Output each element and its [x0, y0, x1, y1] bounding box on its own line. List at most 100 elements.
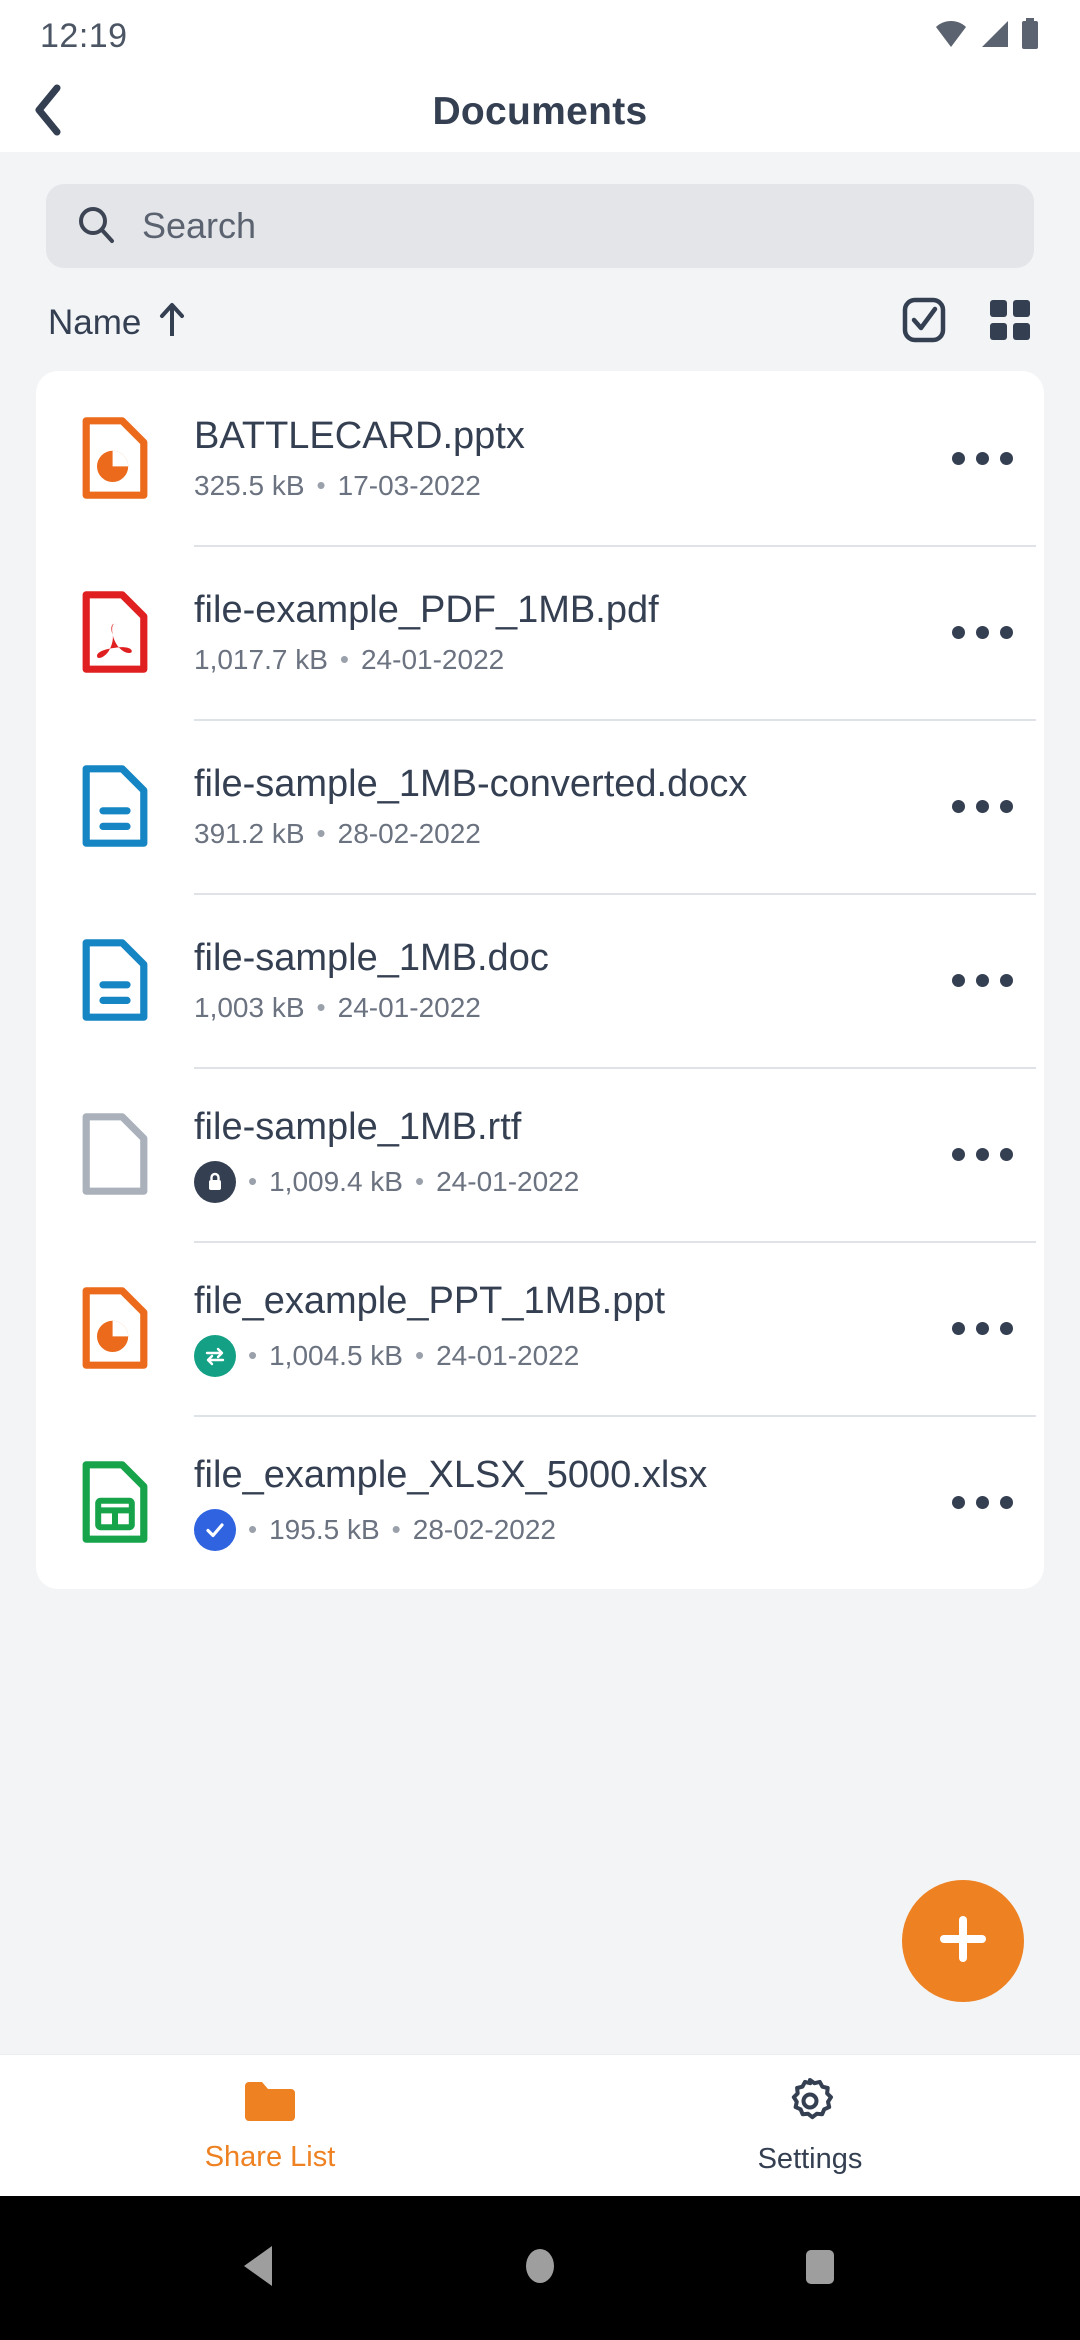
more-horizontal-icon [951, 973, 1013, 987]
select-mode-button[interactable] [900, 296, 948, 349]
file-date: 24-01-2022 [337, 991, 481, 1023]
more-options-button[interactable] [920, 1321, 1044, 1335]
gear-icon [785, 2076, 835, 2131]
plus-icon [934, 1910, 992, 1973]
file-subtitle: 1,017.7 kB • 24-01-2022 [194, 644, 908, 676]
file-date: 28-02-2022 [412, 1513, 556, 1545]
separator-dot: • [339, 644, 349, 675]
file-info: file-sample_1MB.rtf • 1,009.4 kB • 24-01… [194, 1105, 920, 1203]
more-horizontal-icon [951, 799, 1013, 813]
android-home-button[interactable] [518, 2242, 562, 2295]
table-row[interactable]: file_example_PPT_1MB.ppt • 1,004.5 kB • … [36, 1241, 1044, 1415]
folder-icon [242, 2078, 298, 2129]
file-info: file-sample_1MB-converted.docx 391.2 kB … [194, 762, 920, 850]
more-horizontal-icon [951, 625, 1013, 639]
file-name: file-example_PDF_1MB.pdf [194, 589, 659, 632]
tab-settings[interactable]: Settings [540, 2055, 1080, 2196]
file-name: BATTLECARD.pptx [194, 415, 525, 458]
file-date: 24-01-2022 [436, 1339, 580, 1371]
search-section: Search [0, 184, 1080, 268]
word-file-icon [36, 938, 194, 1022]
excel-file-icon [36, 1460, 194, 1544]
file-subtitle: 1,003 kB • 24-01-2022 [194, 992, 908, 1024]
table-row[interactable]: BATTLECARD.pptx 325.5 kB • 17-03-2022 [36, 371, 1044, 545]
android-back-button[interactable] [238, 2242, 282, 2295]
file-size: 391.2 kB [194, 817, 305, 849]
sort-toolbar: Name [0, 268, 1080, 371]
separator-dot: • [316, 818, 326, 849]
file-size: 195.5 kB [269, 1513, 380, 1545]
search-placeholder: Search [142, 205, 257, 246]
tab-label: Share List [204, 2140, 336, 2173]
table-row[interactable]: file-sample_1MB.doc 1,003 kB • 24-01-202… [36, 893, 1044, 1067]
file-subtitle: 325.5 kB • 17-03-2022 [194, 470, 908, 502]
table-row[interactable]: file-sample_1MB.rtf • 1,009.4 kB • 24-01… [36, 1067, 1044, 1241]
arrow-up-icon [157, 300, 187, 345]
file-name: file-sample_1MB.doc [194, 937, 549, 980]
more-options-button[interactable] [920, 1147, 1044, 1161]
powerpoint-file-icon [36, 1286, 194, 1370]
more-options-button[interactable] [920, 1495, 1044, 1509]
separator-dot: • [391, 1514, 401, 1545]
tab-share-list[interactable]: Share List [0, 2055, 540, 2196]
android-recents-button[interactable] [798, 2242, 842, 2295]
status-time: 12:19 [40, 16, 128, 55]
lock-badge-icon [194, 1160, 236, 1203]
more-horizontal-icon [951, 451, 1013, 465]
file-date: 17-03-2022 [337, 469, 481, 501]
app-bar: Documents [0, 72, 1080, 152]
grid-view-icon [988, 298, 1032, 347]
file-name: file-sample_1MB.rtf [194, 1106, 522, 1149]
sort-by-name-button[interactable]: Name [48, 300, 187, 345]
circle-home-icon [518, 2242, 562, 2295]
powerpoint-file-icon [36, 416, 194, 500]
cellular-signal-icon [978, 19, 1010, 54]
bottom-navigation: Share List Settings [0, 2054, 1080, 2196]
more-options-button[interactable] [920, 451, 1044, 465]
file-info: file-sample_1MB.doc 1,003 kB • 24-01-202… [194, 936, 920, 1024]
page-title: Documents [432, 90, 648, 133]
file-info: file-example_PDF_1MB.pdf 1,017.7 kB • 24… [194, 588, 920, 676]
separator-dot: • [248, 1166, 258, 1197]
square-recents-icon [798, 2242, 842, 2295]
search-input[interactable]: Search [46, 184, 1034, 268]
file-size: 1,003 kB [194, 991, 305, 1023]
table-row[interactable]: file-example_PDF_1MB.pdf 1,017.7 kB • 24… [36, 545, 1044, 719]
table-row[interactable]: file-sample_1MB-converted.docx 391.2 kB … [36, 719, 1044, 893]
check-badge-icon [194, 1508, 236, 1551]
android-navigation-bar [0, 2196, 1080, 2340]
phone-screen: 12:19 Documents Search Name BATTLECARD.p… [0, 0, 1080, 2340]
tab-label: Settings [757, 2142, 863, 2175]
sync-badge-icon [194, 1334, 236, 1377]
checkbox-square-icon [900, 296, 948, 349]
more-horizontal-icon [951, 1495, 1013, 1509]
separator-dot: • [248, 1340, 258, 1371]
file-subtitle: • 1,004.5 kB • 24-01-2022 [194, 1334, 908, 1377]
file-size: 1,017.7 kB [194, 643, 328, 675]
search-icon [76, 204, 116, 249]
battery-icon [1020, 17, 1040, 55]
word-file-icon [36, 764, 194, 848]
file-info: file_example_XLSX_5000.xlsx • 195.5 kB •… [194, 1453, 920, 1551]
content-area: Search Name BATTLECARD.pptx 325.5 kB • 1… [0, 152, 1080, 2054]
sort-label: Name [48, 302, 142, 342]
separator-dot: • [316, 470, 326, 501]
file-name: file-sample_1MB-converted.docx [194, 763, 748, 806]
more-horizontal-icon [951, 1147, 1013, 1161]
more-options-button[interactable] [920, 799, 1044, 813]
wifi-icon [934, 19, 968, 54]
more-horizontal-icon [951, 1321, 1013, 1335]
add-file-fab[interactable] [902, 1880, 1024, 2002]
file-name: file_example_XLSX_5000.xlsx [194, 1454, 708, 1497]
table-row[interactable]: file_example_XLSX_5000.xlsx • 195.5 kB •… [36, 1415, 1044, 1589]
file-subtitle: • 195.5 kB • 28-02-2022 [194, 1508, 908, 1551]
separator-dot: • [414, 1166, 425, 1197]
more-options-button[interactable] [920, 973, 1044, 987]
file-subtitle: 391.2 kB • 28-02-2022 [194, 818, 908, 850]
grid-view-button[interactable] [988, 298, 1032, 347]
more-options-button[interactable] [920, 625, 1044, 639]
separator-dot: • [414, 1340, 425, 1371]
pdf-file-icon [36, 590, 194, 674]
file-info: BATTLECARD.pptx 325.5 kB • 17-03-2022 [194, 414, 920, 502]
file-date: 28-02-2022 [337, 817, 481, 849]
